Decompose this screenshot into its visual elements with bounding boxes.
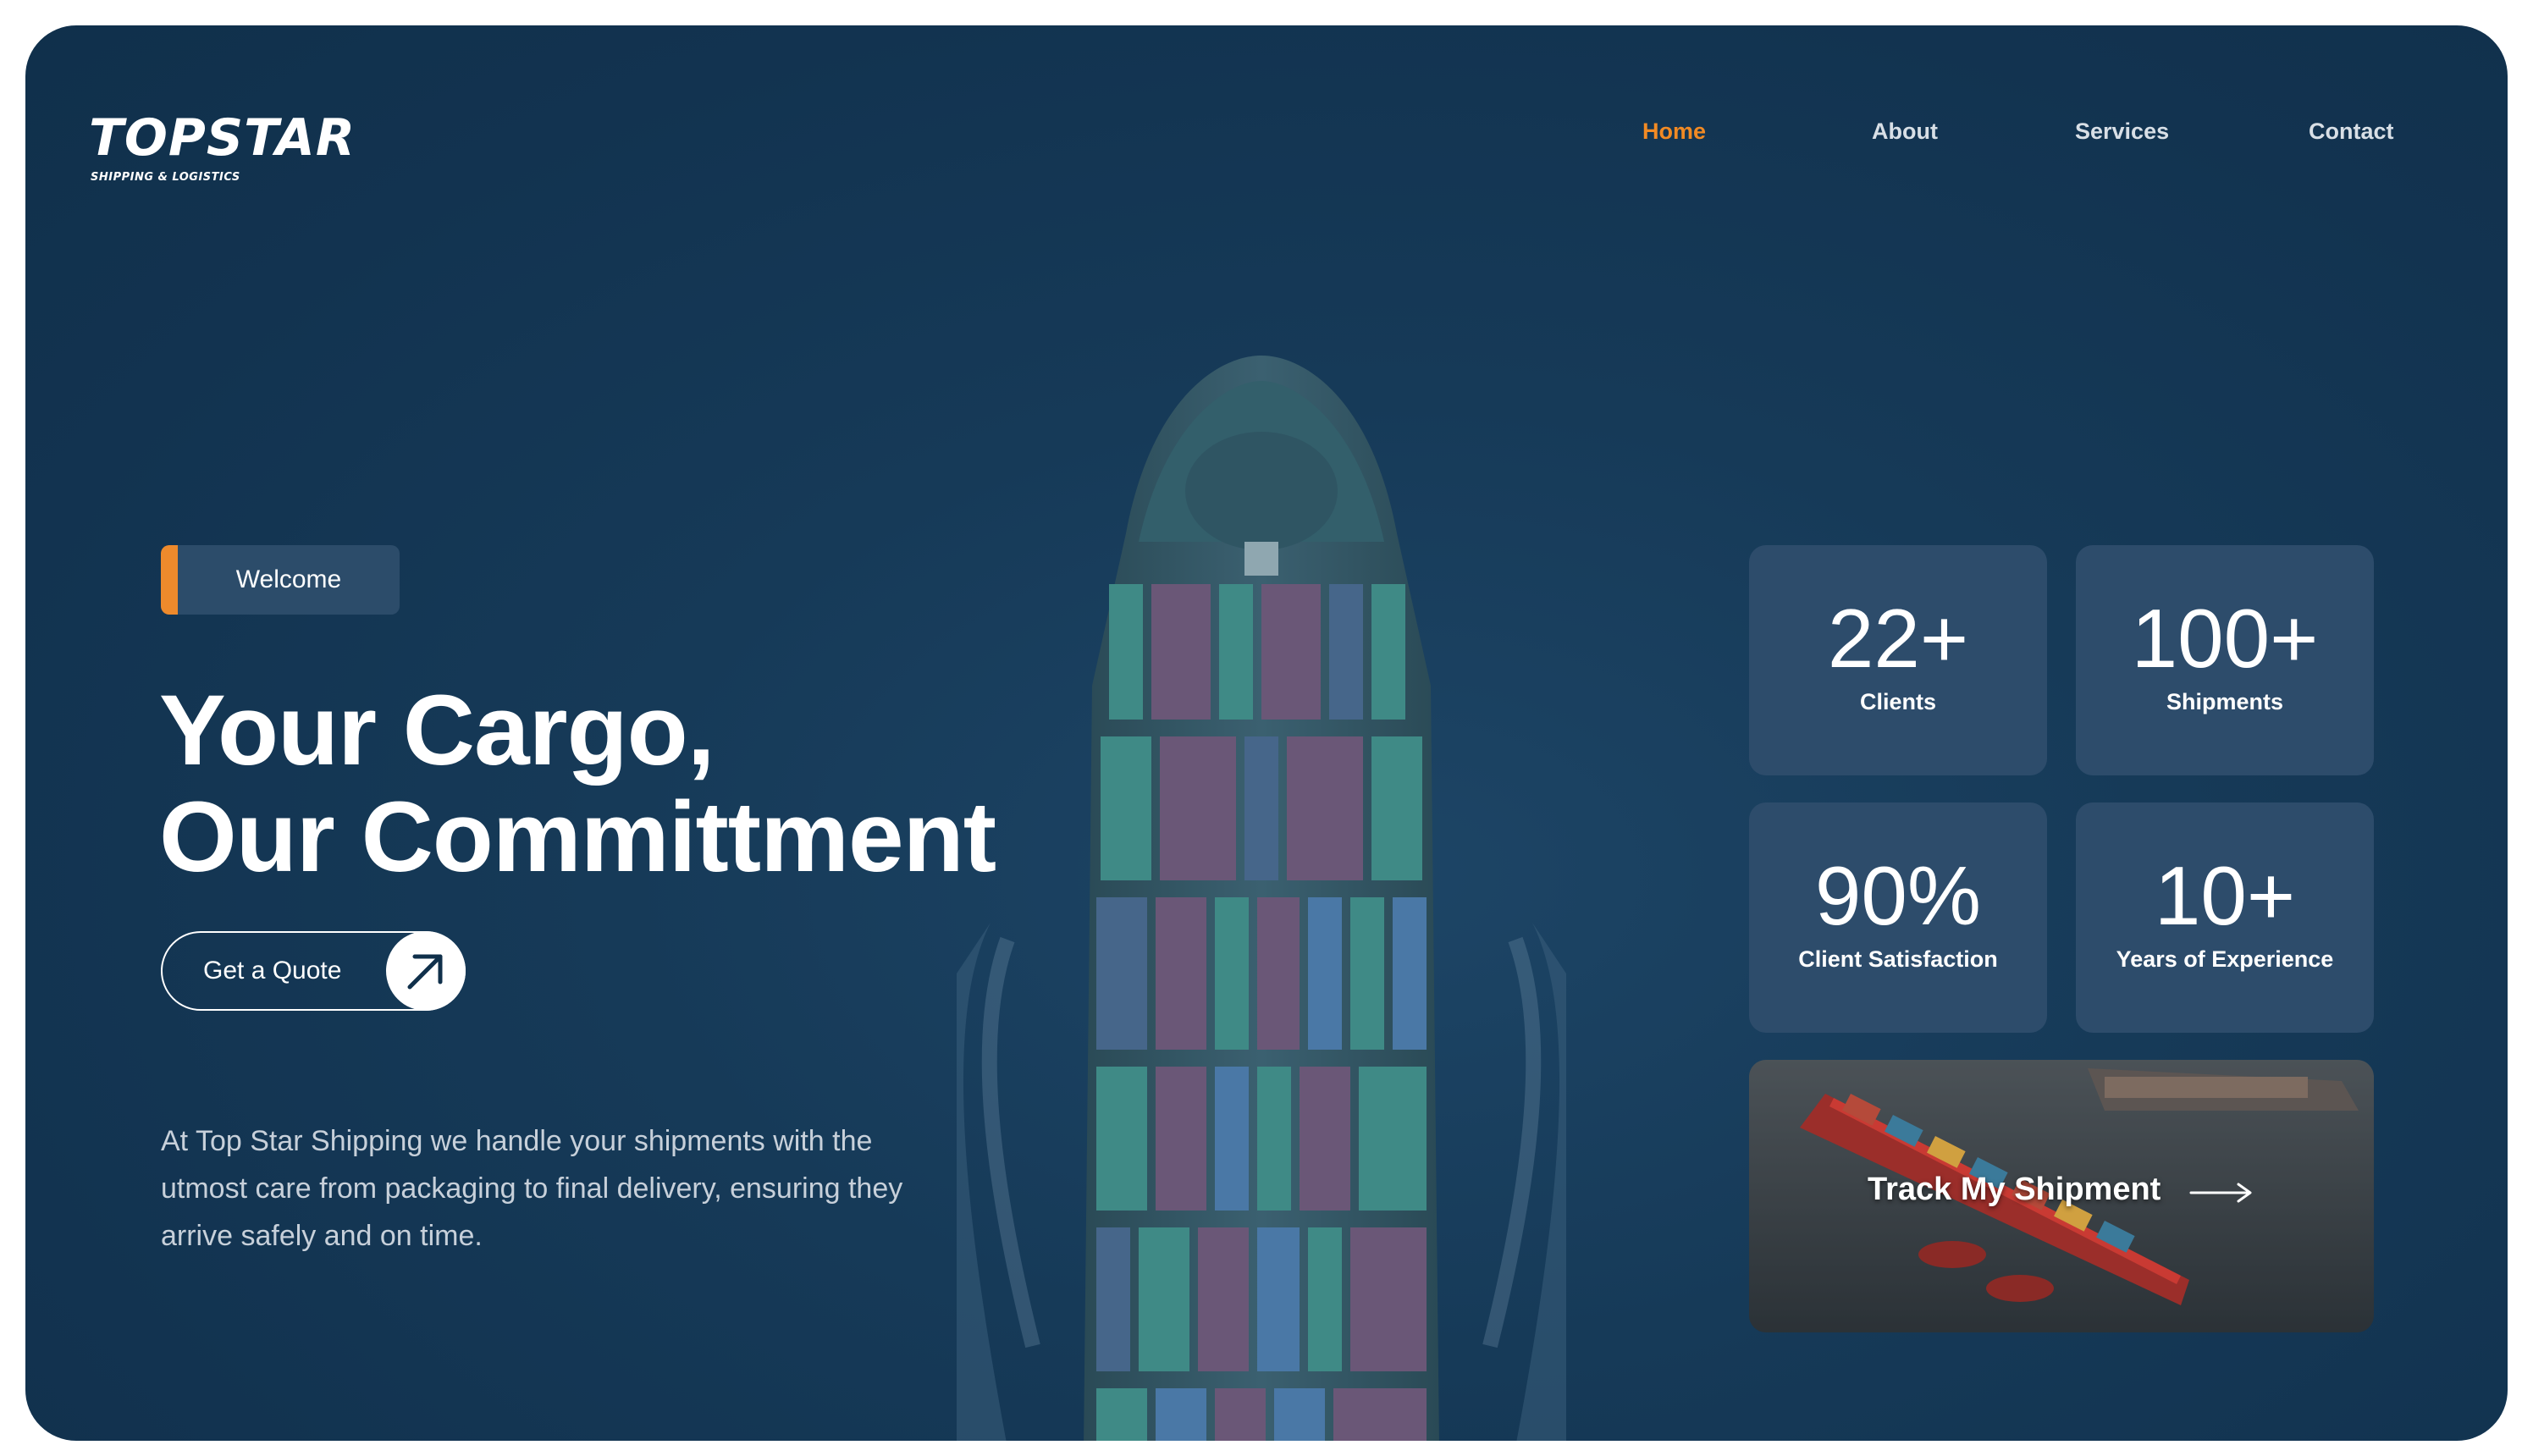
stat-label: Years of Experience: [2116, 946, 2334, 972]
nav-item-services[interactable]: Services: [2075, 119, 2169, 145]
track-shipment-card[interactable]: Track My Shipment: [1749, 1060, 2374, 1332]
nav-item-about[interactable]: About: [1872, 119, 1938, 145]
stat-label: Shipments: [2166, 689, 2284, 714]
hero-intro-text: At Top Star Shipping we handle your ship…: [161, 1125, 903, 1252]
stat-card-experience: 10+ Years of Experience: [2076, 802, 2374, 1033]
stat-card-satisfaction: 90% Client Satisfaction: [1749, 802, 2047, 1033]
headline-line-1: Your Cargo,: [159, 675, 715, 786]
welcome-badge: Welcome: [161, 545, 400, 615]
stat-value: 90%: [1814, 849, 1982, 942]
nav-item-home[interactable]: Home: [1642, 119, 1706, 145]
stat-value: 10+: [2154, 849, 2296, 942]
track-shipment-label: Track My Shipment: [1868, 1172, 2161, 1207]
main-nav: Home About Services Contact: [1322, 119, 2508, 181]
get-quote-label: Get a Quote: [203, 957, 342, 984]
welcome-label: Welcome: [235, 565, 342, 593]
get-quote-button[interactable]: Get a Quote: [161, 931, 466, 1011]
arrow-right-icon: [2189, 1183, 2252, 1203]
stat-value: 100+: [2131, 592, 2319, 685]
brand-name: TOPSTAR: [89, 108, 356, 168]
stat-label: Client Satisfaction: [1798, 946, 1998, 972]
hero-headline: Your Cargo, Our Committment: [159, 677, 1175, 891]
nav-item-contact[interactable]: Contact: [2309, 119, 2394, 145]
badge-accent: [161, 545, 178, 615]
headline-line-2: Our Committment: [159, 781, 996, 893]
stat-value: 22+: [1827, 592, 1969, 685]
stat-card-shipments: 100+ Shipments: [2076, 545, 2374, 775]
arrow-up-right-icon: [386, 931, 466, 1011]
hero-section: TOPSTAR SHIPPING & LOGISTICS Home About …: [25, 25, 2508, 1441]
stat-label: Clients: [1859, 689, 1937, 714]
brand-tagline: SHIPPING & LOGISTICS: [91, 171, 240, 184]
stat-card-clients: 22+ Clients: [1749, 545, 2047, 775]
brand-logo[interactable]: TOPSTAR SHIPPING & LOGISTICS: [89, 76, 411, 203]
